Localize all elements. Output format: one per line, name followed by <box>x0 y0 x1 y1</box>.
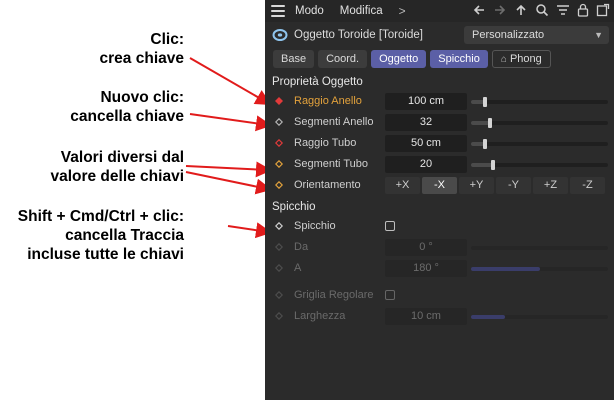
tab-oggetto[interactable]: Oggetto <box>371 50 427 68</box>
bell-icon: ⌂ <box>500 54 507 65</box>
annotation-delete-track: Shift + Cmd/Ctrl + clic: cancella Traccia… <box>17 208 184 263</box>
preset-value: Personalizzato <box>472 29 545 41</box>
param-slider[interactable] <box>471 97 608 107</box>
param-row-raggio-tubo: Raggio Tubo 50 cm <box>265 133 614 154</box>
param-label: Orientamento <box>294 179 361 191</box>
attribute-manager: Modo Modifica > Oggetto Toroide [Toroide… <box>265 0 614 400</box>
slice-checkbox[interactable] <box>385 221 395 231</box>
param-slider <box>471 267 608 271</box>
menu-modo[interactable]: Modo <box>295 5 324 17</box>
arrow-up-icon[interactable] <box>514 3 528 17</box>
section-object-props: Proprietà Oggetto <box>272 76 363 88</box>
keyframe-icon-empty[interactable] <box>275 118 283 126</box>
arrow-delete-key <box>189 113 272 132</box>
keyframe-icon-changed[interactable] <box>275 160 283 168</box>
grid-checkbox <box>385 290 395 300</box>
param-value-field[interactable]: 32 <box>385 114 467 131</box>
param-label: Larghezza <box>294 310 346 322</box>
toolbar <box>472 3 610 17</box>
keyframe-icon-active[interactable] <box>275 97 283 105</box>
keyframe-icon-disabled <box>275 243 283 251</box>
arrow-left-icon[interactable] <box>472 3 486 17</box>
section-slice: Spicchio <box>272 201 316 213</box>
param-value-field: 10 cm <box>385 308 467 325</box>
torus-icon <box>272 29 288 41</box>
param-label: Da <box>294 241 309 253</box>
arrow-diff-2 <box>185 171 272 195</box>
lock-icon[interactable] <box>577 3 589 17</box>
param-row-larghezza: Larghezza 10 cm <box>265 306 614 327</box>
annotation-diff-values: Valori diversi dal valore delle chiavi <box>50 149 184 185</box>
param-value-field[interactable]: 100 cm <box>385 93 467 110</box>
keyframe-icon-disabled <box>275 291 283 299</box>
orient-plus-x[interactable]: +X <box>385 177 420 194</box>
menubar: Modo Modifica > <box>265 0 614 22</box>
param-row-a: A 180 ° <box>265 258 614 279</box>
keyframe-icon-disabled <box>275 312 283 320</box>
param-row-segmenti-anello: Segmenti Anello 32 <box>265 112 614 133</box>
param-value-field: 0 ° <box>385 239 467 256</box>
keyframe-icon-empty[interactable] <box>275 222 283 230</box>
orient-minus-x[interactable]: -X <box>422 177 457 194</box>
tab-bar: Base Coord. Oggetto Spicchio ⌂ Phong <box>265 49 614 69</box>
param-label: A <box>294 262 302 274</box>
tab-phong[interactable]: ⌂ Phong <box>491 50 551 68</box>
annotation-create-key: Clic: crea chiave <box>99 31 184 67</box>
param-value-field[interactable]: 20 <box>385 156 467 173</box>
arrow-right-icon[interactable] <box>493 3 507 17</box>
param-slider <box>471 315 608 319</box>
param-row-orientamento: Orientamento +X -X +Y -Y +Z -Z <box>265 175 614 196</box>
arrow-delete-track <box>227 222 272 239</box>
param-label: Spicchio <box>294 220 336 232</box>
orient-plus-z[interactable]: +Z <box>533 177 568 194</box>
chevron-down-icon: ▼ <box>594 30 603 40</box>
param-value-field[interactable]: 50 cm <box>385 135 467 152</box>
keyframe-icon-disabled <box>275 264 283 272</box>
annotation-delete-key: Nuovo clic: cancella chiave <box>70 89 184 125</box>
menu-more[interactable]: > <box>399 4 406 18</box>
keyframe-icon-changed[interactable] <box>275 181 283 189</box>
preset-dropdown[interactable]: Personalizzato ▼ <box>464 26 609 44</box>
orient-minus-y[interactable]: -Y <box>496 177 531 194</box>
param-row-griglia: Griglia Regolare <box>265 285 614 306</box>
param-row-segmenti-tubo: Segmenti Tubo 20 <box>265 154 614 175</box>
param-row-raggio-anello: Raggio Anello 100 cm <box>265 91 614 112</box>
keyframe-icon-red-outline[interactable] <box>275 139 283 147</box>
filter-icon[interactable] <box>556 3 570 17</box>
orientation-buttons: +X -X +Y -Y +Z -Z <box>385 177 605 194</box>
param-label: Raggio Anello <box>294 95 362 107</box>
param-row-da: Da 0 ° <box>265 237 614 258</box>
tab-coord[interactable]: Coord. <box>318 50 368 68</box>
param-value-field: 180 ° <box>385 260 467 277</box>
tab-spicchio[interactable]: Spicchio <box>430 50 488 68</box>
new-window-icon[interactable] <box>596 3 610 17</box>
param-slider[interactable] <box>471 118 608 128</box>
menu-modifica[interactable]: Modifica <box>340 5 383 17</box>
param-slider[interactable] <box>471 160 608 170</box>
object-row: Oggetto Toroide [Toroide] Personalizzato… <box>265 22 614 48</box>
object-name: Oggetto Toroide [Toroide] <box>294 29 423 41</box>
param-slider <box>471 246 608 250</box>
param-label: Griglia Regolare <box>294 289 374 301</box>
param-label: Segmenti Tubo <box>294 158 368 170</box>
arrow-create-key <box>189 57 272 105</box>
search-icon[interactable] <box>535 3 549 17</box>
param-label: Segmenti Anello <box>294 116 374 128</box>
orient-minus-z[interactable]: -Z <box>570 177 605 194</box>
tab-base[interactable]: Base <box>273 50 315 68</box>
param-label: Raggio Tubo <box>294 137 357 149</box>
tab-phong-label: Phong <box>509 53 542 65</box>
menu-icon[interactable] <box>271 5 285 17</box>
arrow-diff-1 <box>185 161 272 178</box>
orient-plus-y[interactable]: +Y <box>459 177 494 194</box>
param-row-spicchio: Spicchio <box>265 216 614 237</box>
param-slider[interactable] <box>471 139 608 149</box>
